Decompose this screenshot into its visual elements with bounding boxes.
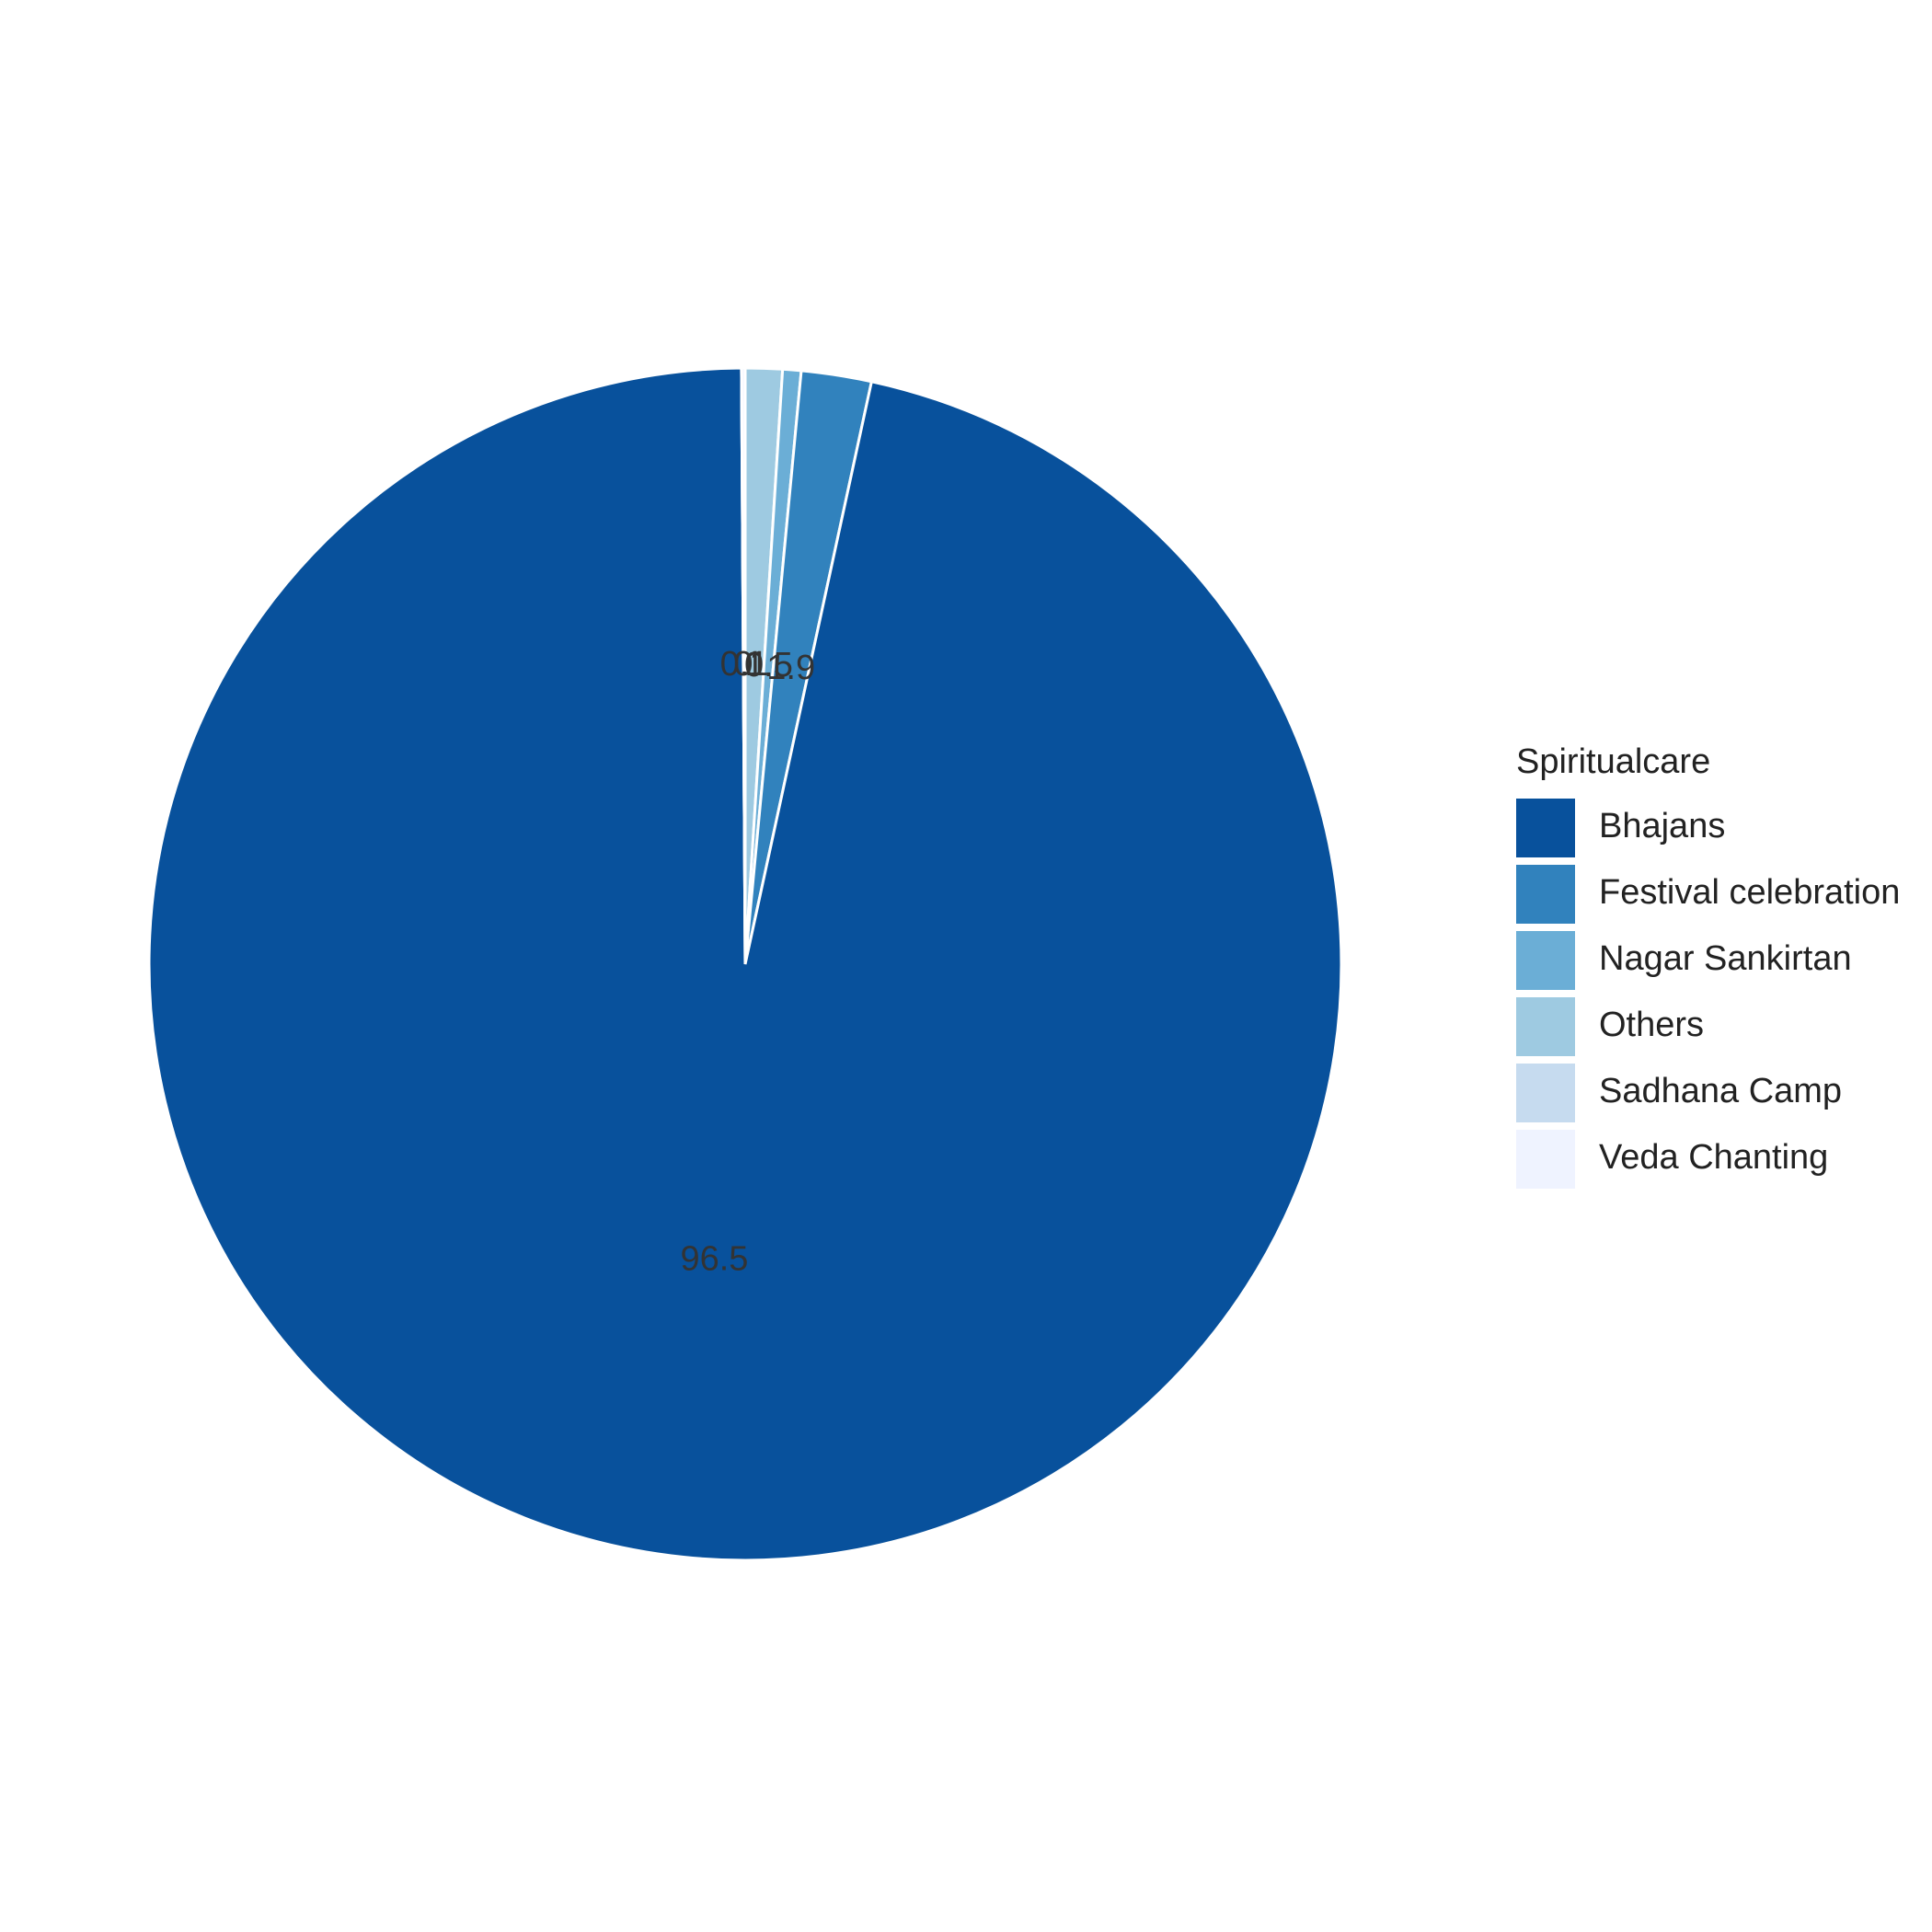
legend-label-veda-chanting: Veda Chanting [1599,1138,1828,1177]
legend-label-bhajans: Bhajans [1599,807,1725,845]
legend-key-festival-celebration [1516,865,1575,924]
legend-title: Spiritualcare [1516,742,1710,781]
pie-slices [147,366,1343,1562]
legend-key-others [1516,997,1575,1056]
slice-label-festival-celebration: 1.9 [766,649,815,687]
legend-label-sadhana-camp: Sadhana Camp [1599,1072,1842,1110]
legend-key-sadhana-camp [1516,1064,1575,1122]
legend-key-nagar-sankirtan [1516,931,1575,990]
legend-label-nagar-sankirtan: Nagar Sankirtan [1599,939,1852,978]
legend-key-bhajans [1516,799,1575,857]
legend-label-festival-celebration: Festival celebration [1599,873,1900,912]
legend-label-others: Others [1599,1006,1704,1044]
legend-key-veda-chanting [1516,1130,1575,1189]
slice-label-bhajans: 96.5 [680,1239,748,1278]
slice-label-veda-chanting: 0.1 [720,645,769,684]
pie-chart: 10.51.996.500.1 Spiritualcare BhajansFes… [0,0,1932,1932]
